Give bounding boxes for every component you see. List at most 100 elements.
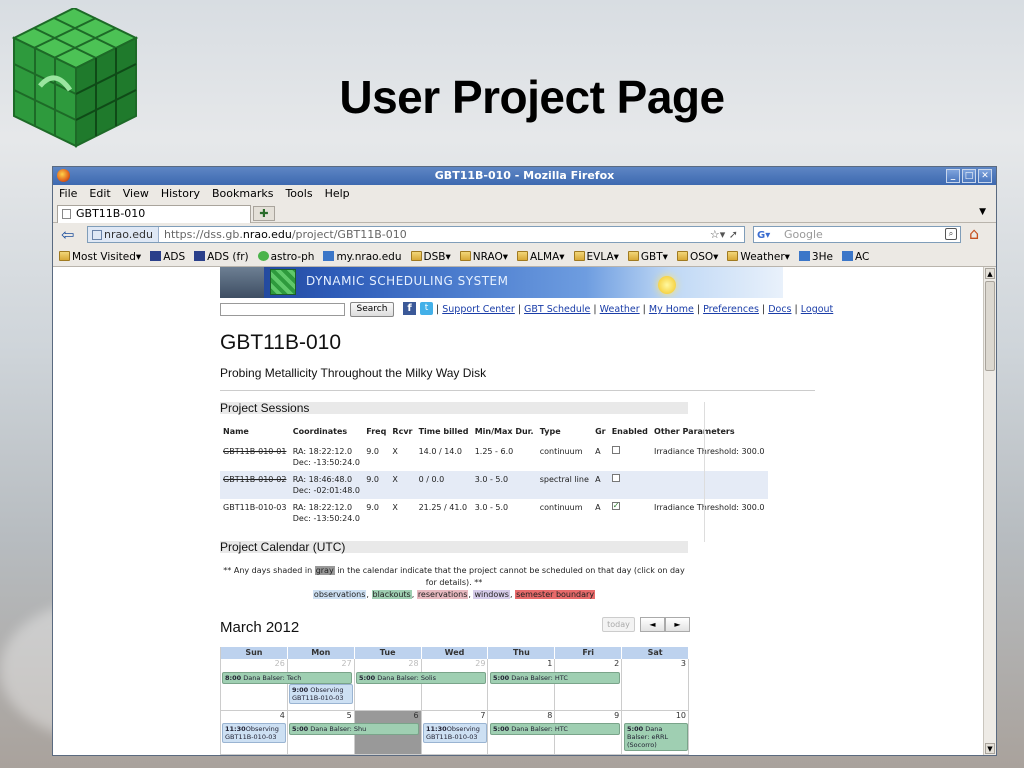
blackout-event[interactable]: 8:00 Dana Balser: Tech — [222, 672, 352, 684]
link-preferences[interactable]: Preferences — [703, 304, 759, 315]
link-support-center[interactable]: Support Center — [442, 304, 515, 315]
ads-icon — [194, 251, 206, 261]
session-freq: 9.0 — [363, 471, 390, 499]
bookmark-alma[interactable]: ALMA▾ — [517, 247, 565, 266]
magnifier-icon[interactable]: ⌕ — [945, 228, 957, 240]
col-min-max-dur: Min/Max Dur. — [474, 427, 534, 436]
calendar-legend: observations, blackouts, reservations, w… — [312, 590, 596, 599]
blackout-event[interactable]: 5:00 Dana Balser: eRRL (Socorro) — [624, 723, 688, 751]
session-grade: A — [595, 447, 601, 456]
calendar-day[interactable]: 29 — [422, 659, 489, 710]
bookmark-my-nrao[interactable]: my.nrao.edu — [323, 247, 402, 266]
minimize-button[interactable]: _ — [946, 169, 960, 183]
session-enabled — [608, 471, 652, 499]
session-coordinates: RA: 18:22:12.0 Dec: -13:50:24.0 — [292, 447, 360, 467]
col-name: Name — [223, 427, 249, 436]
nrao-icon — [323, 251, 335, 261]
maximize-button[interactable]: □ — [962, 169, 976, 183]
google-icon[interactable]: G▾ — [757, 228, 770, 243]
bookmark-most-visited[interactable]: Most Visited▾ — [59, 247, 141, 266]
menu-bookmarks[interactable]: Bookmarks — [212, 185, 273, 203]
new-tab-button[interactable]: ✚ — [253, 206, 275, 221]
month-title: March 2012 — [220, 619, 300, 636]
bookmark-ads[interactable]: ADS — [150, 247, 185, 266]
link-gbt-schedule[interactable]: GBT Schedule — [524, 304, 590, 315]
search-input[interactable]: G▾ Google ⌕ — [753, 226, 961, 243]
tab-list-arrow-icon[interactable]: ▼ — [979, 207, 986, 217]
bookmark-weather[interactable]: Weather▾ — [727, 247, 790, 266]
blackout-event[interactable]: 5:00 Dana Balser: Shu — [289, 723, 419, 735]
session-duration: 1.25 - 6.0 — [474, 447, 514, 456]
blackout-event[interactable]: 5:00 Dana Balser: Solis — [356, 672, 486, 684]
calendar-week: 4 5 6 7 8 9 10 11:30Observing GBT11B-010… — [221, 711, 690, 755]
menu-help[interactable]: Help — [325, 185, 350, 203]
menu-edit[interactable]: Edit — [89, 185, 110, 203]
scroll-up-arrow-icon[interactable]: ▲ — [985, 268, 995, 279]
url-bar[interactable]: nrao.edu https://dss.gb.nrao.edu/project/… — [87, 226, 745, 243]
session-other — [651, 471, 768, 499]
calendar-day[interactable]: 26 — [221, 659, 288, 710]
menu-tools[interactable]: Tools — [285, 185, 312, 203]
tab-strip: GBT11B-010 ✚ ▼ — [53, 203, 996, 223]
calendar-day[interactable]: 28 — [355, 659, 422, 710]
next-month-button[interactable]: ► — [665, 617, 690, 632]
twitter-icon[interactable]: t — [420, 302, 433, 315]
bookmark-evla[interactable]: EVLA▾ — [573, 247, 619, 266]
observation-event[interactable]: 9:00 Observing GBT11B-010-03 — [289, 684, 353, 704]
bookmark-astro-ph[interactable]: astro-ph — [257, 247, 314, 266]
session-time-billed: 0 / 0.0 — [415, 471, 472, 499]
calendar-toolbar: March 2012 today ◄ ► — [220, 615, 690, 641]
bookmark-ads-fr[interactable]: ADS (fr) — [194, 247, 249, 266]
enabled-checkbox[interactable] — [611, 446, 620, 454]
blackout-event[interactable]: 5:00 Dana Balser: HTC — [490, 723, 620, 735]
calendar-day[interactable]: 3 — [622, 659, 690, 710]
legend-observations: observations — [312, 590, 367, 599]
legend-semester-boundary: semester boundary — [515, 590, 596, 599]
scroll-thumb[interactable] — [985, 281, 995, 371]
vertical-scrollbar[interactable]: ▲ ▼ — [983, 267, 996, 755]
back-arrow-icon[interactable]: ⇦ — [61, 225, 74, 244]
bookmark-ac[interactable]: AC — [841, 247, 869, 266]
session-name[interactable]: GBT11B-010-02 — [220, 471, 290, 499]
ads-icon — [150, 251, 162, 261]
legend-reservations: reservations — [416, 590, 469, 599]
today-button[interactable]: today — [602, 617, 635, 632]
menu-history[interactable]: History — [161, 185, 200, 203]
tab-gbt11b-010[interactable]: GBT11B-010 — [57, 205, 251, 223]
session-name[interactable]: GBT11B-010-03 — [220, 499, 290, 527]
session-name[interactable]: GBT11B-010-01 — [220, 443, 290, 471]
legend-blackouts: blackouts — [371, 590, 412, 599]
site-search-row: Search f t | Support Center | GBT Schedu… — [220, 301, 833, 323]
calendar-note: ** Any days shaded in gray in the calend… — [223, 566, 685, 599]
site-search-input[interactable] — [220, 303, 345, 316]
prev-month-button[interactable]: ◄ — [640, 617, 665, 632]
day-number: 2 — [614, 659, 620, 668]
home-icon[interactable]: ⌂ — [969, 224, 979, 243]
menu-file[interactable]: File — [59, 185, 77, 203]
link-my-home[interactable]: My Home — [649, 304, 694, 315]
link-docs[interactable]: Docs — [768, 304, 791, 315]
site-identity-button[interactable]: nrao.edu — [88, 227, 159, 242]
blackout-event[interactable]: 5:00 Dana Balser: HTC — [490, 672, 620, 684]
calendar-day[interactable]: 2 — [555, 659, 623, 710]
col-freq: Freq — [366, 427, 387, 436]
day-number: 6 — [413, 711, 419, 720]
enabled-checkbox[interactable] — [611, 500, 620, 511]
facebook-icon[interactable]: f — [403, 302, 416, 315]
bookmark-star-icon[interactable]: ☆▾ ➚ — [710, 227, 738, 242]
calendar-day[interactable]: 1 — [488, 659, 556, 710]
bookmark-nrao[interactable]: NRAO▾ — [459, 247, 508, 266]
bookmark-3he[interactable]: 3He — [798, 247, 833, 266]
close-button[interactable]: ✕ — [978, 169, 992, 183]
search-button[interactable]: Search — [350, 302, 394, 317]
bookmark-dsb[interactable]: DSB▾ — [410, 247, 451, 266]
bookmark-oso[interactable]: OSO▾ — [676, 247, 718, 266]
menu-view[interactable]: View — [123, 185, 149, 203]
link-logout[interactable]: Logout — [801, 304, 834, 315]
observation-event[interactable]: 11:30Observing GBT11B-010-03 — [423, 723, 487, 743]
scroll-down-arrow-icon[interactable]: ▼ — [985, 743, 995, 754]
observation-event[interactable]: 11:30Observing GBT11B-010-03 — [222, 723, 286, 743]
link-weather[interactable]: Weather — [600, 304, 640, 315]
bookmark-gbt[interactable]: GBT▾ — [627, 247, 668, 266]
enabled-checkbox[interactable] — [611, 474, 620, 482]
